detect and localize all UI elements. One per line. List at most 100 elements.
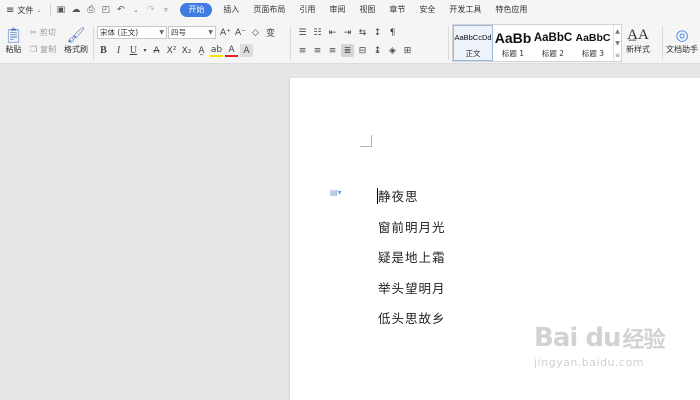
tab-security[interactable]: 安全 xyxy=(412,0,442,20)
char-shading-icon[interactable]: A xyxy=(240,44,253,57)
tab-references[interactable]: 引用 xyxy=(292,0,322,20)
tab-review[interactable]: 审阅 xyxy=(322,0,352,20)
style-heading-3[interactable]: AaBbC 标题 3 xyxy=(573,25,613,61)
shading-icon[interactable]: ◈ xyxy=(386,44,399,57)
style-label: 正文 xyxy=(465,48,481,58)
superscript-icon[interactable]: X² xyxy=(165,44,178,57)
tab-special-apps[interactable]: 特色应用 xyxy=(488,0,534,20)
style-heading-2[interactable]: AaBbC 标题 2 xyxy=(533,25,573,61)
chevron-down-icon[interactable]: ▼ xyxy=(615,40,620,47)
styles-scroll[interactable]: ▲ ▼ ≡ xyxy=(613,25,621,61)
style-label: 标题 1 xyxy=(501,48,525,58)
undo-icon[interactable]: ↶ xyxy=(114,3,127,17)
copy-label: 复制 xyxy=(40,45,57,54)
paste-button[interactable]: 📋︎ 粘贴 xyxy=(4,26,23,55)
expand-icon[interactable]: ≡ xyxy=(615,52,620,59)
new-style-button[interactable]: A̲A 新样式 xyxy=(626,26,650,55)
tab-insert[interactable]: 插入 xyxy=(216,0,246,20)
distribute-icon[interactable]: ⊟ xyxy=(356,44,369,57)
document-line[interactable]: 举头望明月 xyxy=(378,278,446,297)
format-painter-button[interactable]: 🖌︎ 格式刷 xyxy=(64,26,88,55)
watermark-logo: Bai du 经验 xyxy=(534,322,674,354)
hamburger-icon: ≡ xyxy=(6,4,15,16)
font-style-tools: B I U ▾ A X² X₂ A̰ ab A A xyxy=(97,44,253,57)
justify-icon[interactable]: ≣ xyxy=(341,44,354,57)
chevron-down-icon: ▼ xyxy=(208,29,213,36)
scissors-icon: ✂ xyxy=(30,28,37,37)
align-center-icon[interactable]: ≡ xyxy=(311,44,324,57)
style-label: 标题 3 xyxy=(581,48,605,58)
style-normal[interactable]: AaBbCcDd 正文 xyxy=(453,25,493,61)
style-preview: AaBb xyxy=(494,29,532,46)
font-size-value: 四号 xyxy=(171,28,186,37)
document-line[interactable]: 窗前明月光 xyxy=(378,217,446,236)
strikethrough-icon[interactable]: A xyxy=(150,44,163,57)
print-icon[interactable]: ⎙ xyxy=(84,3,97,17)
document-line[interactable]: 低头思故乡 xyxy=(378,308,446,327)
redo-icon[interactable]: ↷ xyxy=(144,3,157,17)
format-painter-label: 格式刷 xyxy=(64,45,88,54)
sort-icon[interactable]: ↕ xyxy=(371,26,384,39)
tab-developer[interactable]: 开发工具 xyxy=(442,0,488,20)
underline-icon[interactable]: U xyxy=(127,44,140,57)
font-name-select[interactable]: 宋体 (正文) ▼ xyxy=(97,26,167,39)
new-style-label: 新样式 xyxy=(626,45,650,54)
tab-view[interactable]: 视图 xyxy=(352,0,382,20)
divider xyxy=(93,26,94,60)
watermark-brand: Bai du xyxy=(534,323,621,353)
copy-button[interactable]: ❐ 复制 xyxy=(30,44,56,55)
line-spacing-icon[interactable]: ↨ xyxy=(371,44,384,57)
font-color-icon[interactable]: A xyxy=(225,44,238,57)
chevron-up-icon[interactable]: ▲ xyxy=(615,28,620,35)
chinese-layout-icon[interactable]: ⇆ xyxy=(356,26,369,39)
font-size-select[interactable]: 四号 ▼ xyxy=(168,26,216,39)
tab-page-layout[interactable]: 页面布局 xyxy=(246,0,292,20)
cut-button[interactable]: ✂ 剪切 xyxy=(30,27,56,38)
grow-font-icon[interactable]: A⁺ xyxy=(219,26,232,39)
style-preview: AaBbCcDd xyxy=(454,33,492,42)
list-tools: ☰ ☷ ⇤ ⇥ ⇆ ↕ ¶ xyxy=(296,26,399,39)
document-title[interactable]: 静夜思 xyxy=(378,186,419,205)
style-label: 标题 2 xyxy=(541,48,565,58)
tab-section[interactable]: 章节 xyxy=(382,0,412,20)
customize-icon[interactable]: ▿ xyxy=(159,3,172,17)
text-effect-icon[interactable]: A̰ xyxy=(195,44,208,57)
bullet-list-icon[interactable]: ☰ xyxy=(296,26,309,39)
borders-icon[interactable]: ⊞ xyxy=(401,44,414,57)
align-right-icon[interactable]: ≡ xyxy=(326,44,339,57)
underline-dropdown-icon[interactable]: ▾ xyxy=(142,44,148,57)
numbered-list-icon[interactable]: ☷ xyxy=(311,26,324,39)
style-preview: AaBbC xyxy=(533,31,573,44)
divider xyxy=(662,26,663,60)
paragraph-handle-icon[interactable]: ▤▾ xyxy=(330,188,342,197)
italic-icon[interactable]: I xyxy=(112,44,125,57)
increase-indent-icon[interactable]: ⇥ xyxy=(341,26,354,39)
tab-start[interactable]: 开始 xyxy=(180,3,213,17)
style-heading-1[interactable]: AaBb 标题 1 xyxy=(493,25,533,61)
print-preview-icon[interactable]: ◰ xyxy=(99,3,112,17)
phonetic-guide-icon[interactable]: 变 xyxy=(264,26,277,39)
subscript-icon[interactable]: X₂ xyxy=(180,44,193,57)
doc-assistant-button[interactable]: ◎ 文档助手 xyxy=(666,26,698,55)
ribbon-tabs: 开始 插入 页面布局 引用 审阅 视图 章节 安全 开发工具 特色应用 xyxy=(176,0,534,20)
watermark-cn: 经验 xyxy=(622,328,665,353)
decrease-indent-icon[interactable]: ⇤ xyxy=(326,26,339,39)
highlight-icon[interactable]: ab xyxy=(210,44,223,57)
new-style-icon: A̲A xyxy=(627,27,649,43)
ribbon-toolbar: 📋︎ 粘贴 ✂ 剪切 ❐ 复制 🖌︎ 格式刷 宋体 (正文) ▼ 四号 ▼ A⁺… xyxy=(0,20,700,64)
shrink-font-icon[interactable]: A⁻ xyxy=(234,26,247,39)
show-marks-icon[interactable]: ¶ xyxy=(386,26,399,39)
document-line[interactable]: 疑是地上霜 xyxy=(378,247,446,266)
bold-icon[interactable]: B xyxy=(97,44,110,57)
align-left-icon[interactable]: ≡ xyxy=(296,44,309,57)
clear-format-icon[interactable]: ◇ xyxy=(249,26,262,39)
cloud-icon[interactable]: ☁ xyxy=(69,3,82,17)
assistant-icon: ◎ xyxy=(675,26,689,44)
chevron-down-icon: ▼ xyxy=(159,29,164,36)
save-icon[interactable]: ▣ xyxy=(54,3,67,17)
watermark-url: jingyan.baidu.com xyxy=(534,356,645,369)
undo-dropdown-icon[interactable]: ⌄ xyxy=(129,3,142,17)
file-menu[interactable]: ≡ 文件 ⌄ xyxy=(0,0,47,20)
styles-gallery: AaBbCcDd 正文 AaBb 标题 1 AaBbC 标题 2 AaBbC 标… xyxy=(452,24,622,62)
divider xyxy=(290,26,291,60)
